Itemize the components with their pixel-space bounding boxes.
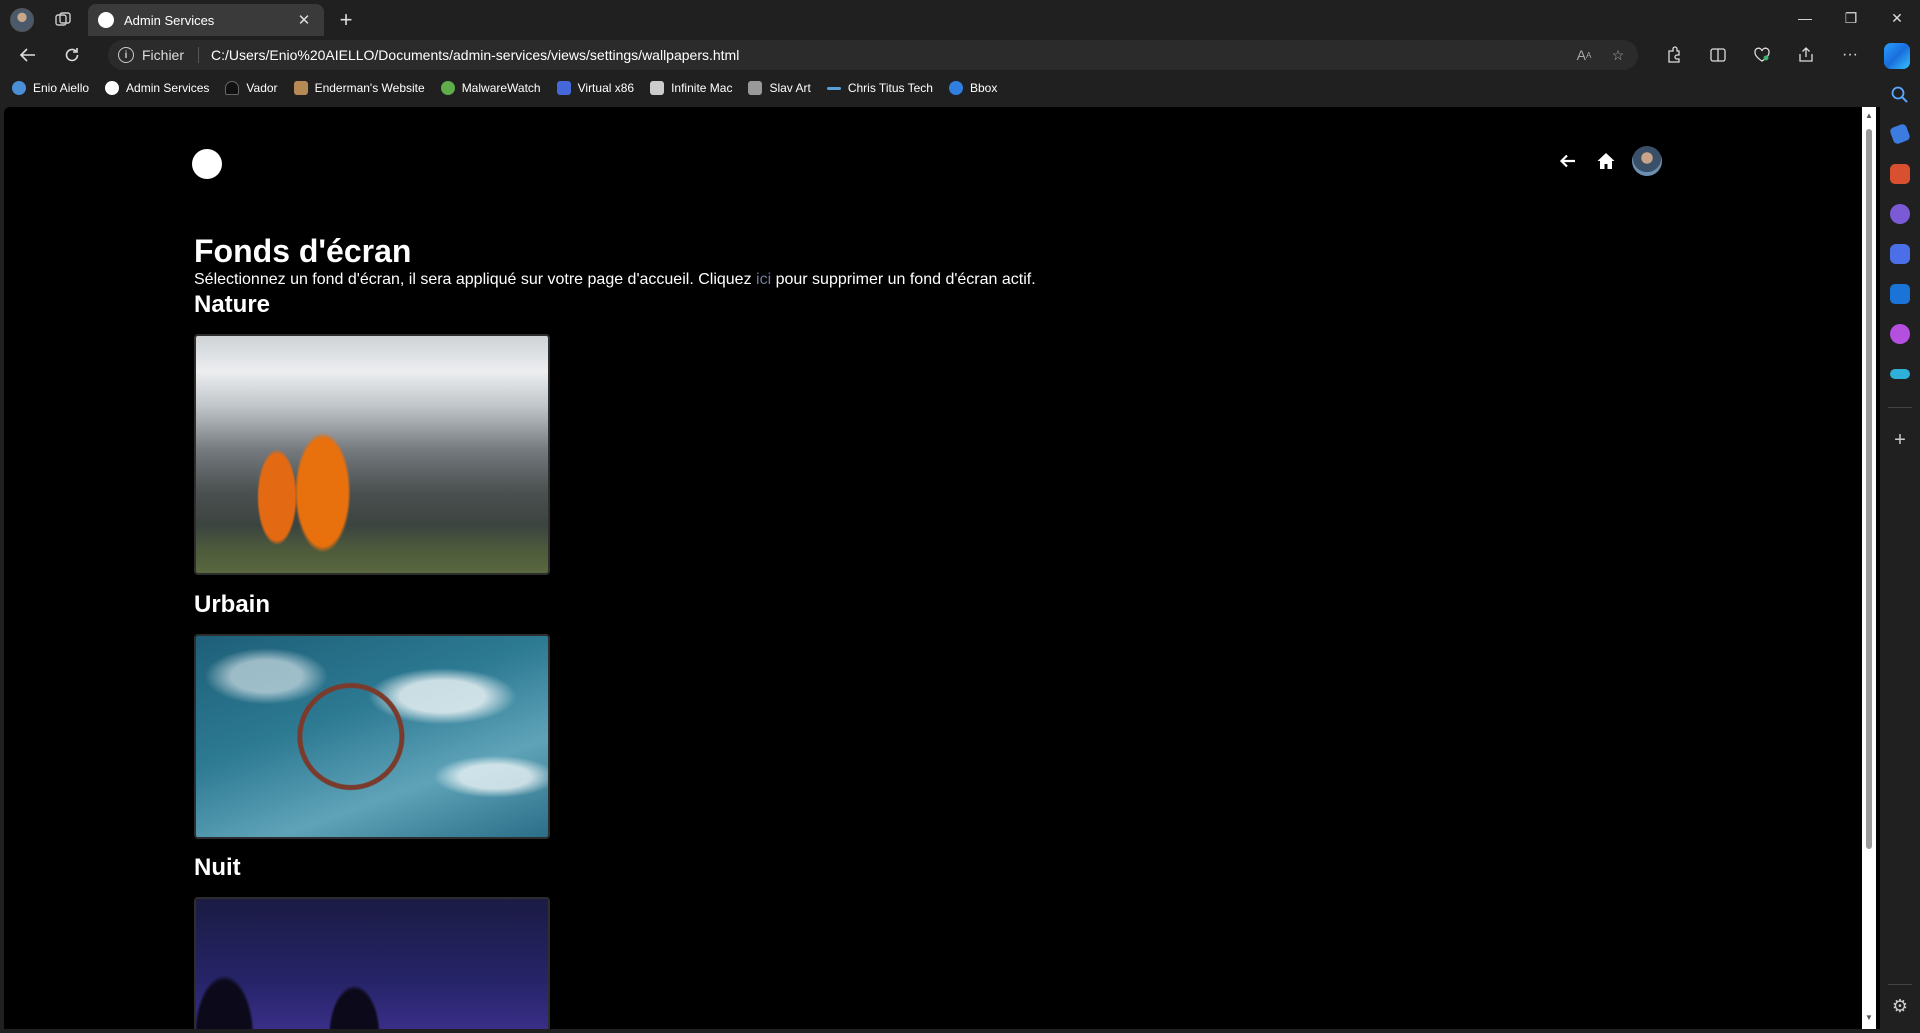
bookmark-label: Enio Aiello xyxy=(33,81,90,95)
scrollbar-thumb[interactable] xyxy=(1866,129,1872,849)
title-bar: Admin Services ✕ + — ❐ ✕ xyxy=(0,0,1920,40)
page-title: Fonds d'écran xyxy=(194,233,412,269)
header-actions xyxy=(1556,146,1662,176)
more-options-icon[interactable]: ··· xyxy=(1836,42,1864,68)
bookmark-infinite-mac[interactable]: Infinite Mac xyxy=(650,81,732,95)
bookmark-malwarewatch[interactable]: MalwareWatch xyxy=(440,81,541,95)
copilot-icon[interactable] xyxy=(1884,43,1910,69)
brush-icon xyxy=(748,81,763,95)
scroll-down-arrow-icon[interactable]: ▼ xyxy=(1864,1013,1874,1023)
favorites-bar: Enio Aiello Admin Services Vador Enderma… xyxy=(0,70,1880,106)
site-logo[interactable] xyxy=(192,149,222,179)
back-arrow-icon[interactable] xyxy=(1556,149,1580,173)
browser-essentials-icon[interactable] xyxy=(1748,42,1776,68)
bookmark-label: Chris Titus Tech xyxy=(847,81,933,95)
url-scheme-label: Fichier xyxy=(142,47,185,63)
workspaces-icon[interactable] xyxy=(54,11,72,29)
mac-icon xyxy=(650,81,665,95)
address-bar[interactable]: i Fichier C:/Users/Enio%20AIELLO/Documen… xyxy=(108,40,1638,70)
settings-gear-icon[interactable]: ⚙ xyxy=(1890,996,1910,1016)
bookmark-vador[interactable]: Vador xyxy=(225,81,278,95)
outlook-icon[interactable] xyxy=(1890,284,1910,304)
wallpaper-nature[interactable] xyxy=(194,334,550,575)
wallpaper-urbain[interactable] xyxy=(194,634,550,839)
tab-favicon xyxy=(98,12,114,28)
new-tab-button[interactable]: + xyxy=(334,7,358,32)
bookmark-endermans-website[interactable]: Enderman's Website xyxy=(293,81,425,95)
tag-icon[interactable] xyxy=(1889,123,1911,145)
reload-button[interactable] xyxy=(58,42,86,68)
profile-avatar[interactable] xyxy=(10,8,34,32)
bookmark-label: Enderman's Website xyxy=(314,81,425,95)
extensions-icon[interactable] xyxy=(1660,42,1688,68)
tools-icon[interactable] xyxy=(1890,164,1910,184)
designer-icon[interactable] xyxy=(1890,324,1910,344)
back-button[interactable] xyxy=(14,42,42,68)
bookmark-label: Virtual x86 xyxy=(577,81,635,95)
lock-icon xyxy=(293,81,308,95)
shield-icon xyxy=(440,81,455,95)
favorite-star-icon[interactable]: ☆ xyxy=(1608,45,1628,65)
url-separator xyxy=(198,47,200,63)
helmet-icon xyxy=(225,81,240,95)
search-icon[interactable] xyxy=(1890,85,1910,105)
games-icon[interactable] xyxy=(1890,204,1910,224)
info-icon[interactable]: i xyxy=(118,47,134,63)
page-viewport: Fonds d'écran Sélectionnez un fond d'écr… xyxy=(4,107,1880,1029)
bookmark-label: Vador xyxy=(246,81,278,95)
sidebar-divider xyxy=(1888,407,1912,408)
bookmark-label: Infinite Mac xyxy=(671,81,733,95)
restore-button[interactable]: ❐ xyxy=(1828,0,1874,36)
close-tab-icon[interactable]: ✕ xyxy=(294,10,314,30)
drop-icon[interactable] xyxy=(1890,369,1910,379)
cube-icon xyxy=(948,81,963,95)
url-text[interactable]: C:/Users/Enio%20AIELLO/Documents/admin-s… xyxy=(211,47,739,63)
edge-sidebar: + ⚙ xyxy=(1880,70,1920,1033)
globe-icon xyxy=(12,81,26,95)
bookmark-chris-titus-tech[interactable]: Chris Titus Tech xyxy=(826,81,933,95)
bookmark-slav-art[interactable]: Slav Art xyxy=(748,81,811,95)
bookmark-virtual-x86[interactable]: Virtual x86 xyxy=(556,81,635,95)
section-title-urbain: Urbain xyxy=(194,591,271,618)
tab-title: Admin Services xyxy=(124,12,215,28)
description-text: Sélectionnez un fond d'écran, il sera ap… xyxy=(194,271,757,288)
window-controls: — ❐ ✕ xyxy=(1782,0,1920,36)
sidebar-divider xyxy=(1888,984,1912,985)
minimize-button[interactable]: — xyxy=(1782,0,1828,36)
bookmark-admin-services[interactable]: Admin Services xyxy=(105,81,209,95)
read-aloud-icon[interactable]: AA xyxy=(1574,45,1594,65)
chip-icon xyxy=(556,81,571,95)
copilot-app-icon[interactable] xyxy=(1890,244,1910,264)
bookmark-label: Admin Services xyxy=(126,81,210,95)
section-title-nature: Nature xyxy=(194,291,271,318)
page-scrollbar[interactable]: ▲ ▼ xyxy=(1862,107,1876,1029)
tab-admin-services[interactable]: Admin Services ✕ xyxy=(88,4,324,36)
description-text: pour supprimer un fond d'écran actif. xyxy=(771,271,1036,288)
bookmark-enio-aiello[interactable]: Enio Aiello xyxy=(12,81,89,95)
wallpaper-nuit[interactable] xyxy=(194,897,550,1029)
circle-icon xyxy=(105,81,120,95)
scroll-up-arrow-icon[interactable]: ▲ xyxy=(1864,111,1874,121)
split-screen-icon[interactable] xyxy=(1704,42,1732,68)
bookmark-label: MalwareWatch xyxy=(461,81,541,95)
home-icon[interactable] xyxy=(1594,149,1618,173)
address-bar-actions: AA ☆ xyxy=(1574,40,1628,70)
bookmark-label: Bbox xyxy=(969,81,998,95)
remove-wallpaper-link[interactable]: ici xyxy=(756,271,771,288)
avatar[interactable] xyxy=(1632,146,1662,176)
close-window-button[interactable]: ✕ xyxy=(1874,0,1920,36)
dash-icon xyxy=(826,86,841,90)
browser-toolbar: i Fichier C:/Users/Enio%20AIELLO/Documen… xyxy=(0,40,1920,70)
toolbar-icons: ··· xyxy=(1660,42,1864,68)
section-title-nuit: Nuit xyxy=(194,854,241,881)
share-icon[interactable] xyxy=(1792,42,1820,68)
page-description: Sélectionnez un fond d'écran, il sera ap… xyxy=(194,271,1036,289)
bookmark-label: Slav Art xyxy=(769,81,811,95)
bookmark-bbox[interactable]: Bbox xyxy=(948,81,998,95)
add-sidebar-app-icon[interactable]: + xyxy=(1890,430,1910,450)
